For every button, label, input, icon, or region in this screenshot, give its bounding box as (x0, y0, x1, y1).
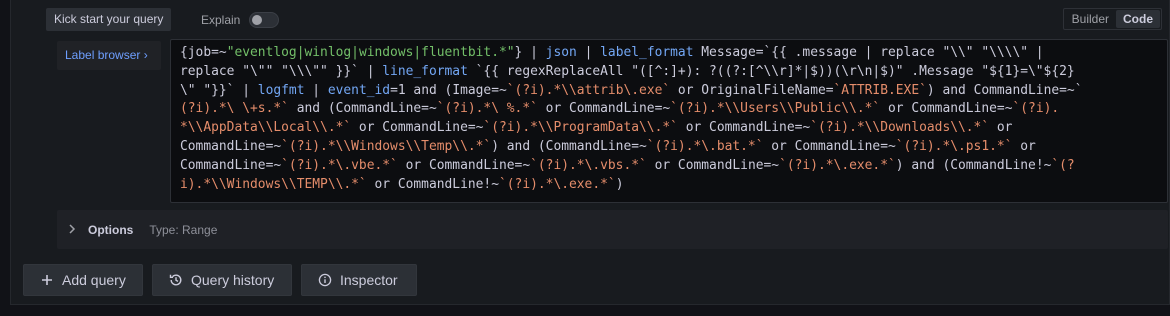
code-token: CommandLine=~ (180, 138, 282, 154)
mode-builder-button[interactable]: Builder (1065, 10, 1116, 28)
code-token: `(?i).*\.bat.*` (646, 138, 764, 154)
code-token: `(?i).*\\Windows\\Temp\\.*` (281, 138, 492, 154)
code-token: {job=~ (180, 45, 227, 60)
code-token: `(?i).*\ %.*` (436, 101, 538, 117)
code-token: | (304, 82, 328, 98)
code-token: `ATTRIB.EXE` (833, 82, 927, 98)
code-token: `(? (1051, 157, 1075, 173)
code-token: and (CommandLine=~ (288, 101, 437, 117)
kick-start-query-button[interactable]: Kick start your query (46, 8, 172, 31)
add-query-label: Add query (62, 272, 126, 288)
history-icon (169, 273, 183, 287)
code-token: or CommandLine!~ (366, 176, 499, 192)
code-token: i).*\\Windows\\TEMP\\.*` (180, 176, 367, 192)
code-token: ) and (CommandLine=~ (491, 138, 647, 154)
code-token: logfmt (257, 82, 305, 98)
code-token: CommandLine=~ (180, 157, 282, 173)
code-token: `(?i).*\.exe.*` (498, 176, 616, 192)
code-token: "eventlog|winlog|windows|fluentbit.*" (226, 45, 515, 60)
code-token: *\\AppData\\Local\\.*` (180, 120, 352, 136)
code-token: `(?i). (1012, 101, 1060, 117)
editor-mode-switch: Builder Code (1062, 8, 1162, 30)
label-browser-button[interactable]: Label browser › (57, 41, 161, 70)
code-token: `(?i).*\\attrib\.exe` (506, 82, 671, 98)
mode-code-button[interactable]: Code (1116, 10, 1160, 28)
code-token: `(?i).*\.ps1.*` (895, 138, 1013, 154)
code-token: `(?i).*\\Users\\Public\\.*` (670, 101, 881, 117)
add-query-button[interactable]: Add query (23, 264, 143, 296)
code-token: =1 and (Image=~ (390, 82, 507, 98)
code-token: (?i).*\ \+s.*` (180, 101, 289, 117)
code-token: `(?i).*\\Downloads\\.*` (810, 120, 990, 136)
code-line: \" "}}` | logfmt | event_id=1 and (Image… (180, 82, 1167, 101)
code-token: or CommandLine=~ (677, 120, 811, 136)
code-line: i).*\\Windows\\TEMP\\.*` or CommandLine!… (180, 176, 1167, 195)
code-token: json (545, 45, 577, 60)
code-token: or CommandLine=~ (880, 101, 1013, 117)
code-token: `{{ regexReplaceAll "([^:]+): ?((?:[^\\r… (467, 63, 1075, 79)
code-token: replace "\"" "\\\"" }}` | (180, 63, 383, 79)
code-token: event_id (327, 82, 391, 98)
code-line: (?i).*\ \+s.*` and (CommandLine=~`(?i).*… (180, 100, 1167, 119)
logql-code-editor[interactable]: {job=~"eventlog|winlog|windows|fluentbit… (170, 39, 1168, 203)
query-editor-panel: Kick start your query Explain Builder Co… (10, 0, 1170, 305)
code-token: or CommandLine=~ (763, 138, 896, 154)
code-token: `(?i).*\.vbs.*` (530, 157, 647, 173)
code-token: label_format (600, 45, 694, 60)
explain-toggle[interactable] (249, 11, 280, 28)
query-toolbar: Kick start your query Explain Builder Co… (46, 8, 1169, 31)
explain-toggle-group: Explain (201, 8, 280, 31)
inspector-label: Inspector (340, 272, 398, 288)
code-token: or (989, 120, 1013, 136)
code-token: | (576, 45, 601, 60)
code-token: `(?i).*\\ProgramData\\.*` (483, 120, 678, 136)
explain-label: Explain (201, 12, 241, 27)
code-token: or (1012, 138, 1036, 154)
code-token: ) and CommandLine=~` (926, 82, 1083, 98)
plus-icon (40, 273, 54, 287)
code-token: line_format (382, 63, 468, 79)
options-label: Options (88, 222, 134, 237)
code-token: ) and (CommandLine!~ (895, 157, 1052, 173)
query-history-button[interactable]: Query history (152, 264, 292, 296)
code-token: or CommandLine=~ (351, 120, 484, 136)
code-line: *\\AppData\\Local\\.*` or CommandLine=~`… (180, 119, 1167, 138)
code-token: Message=`{{ .message | replace "\\" "\\\… (693, 45, 1044, 60)
toggle-knob (252, 14, 263, 25)
chevron-right-icon (68, 223, 88, 237)
code-line: CommandLine=~`(?i).*\\Windows\\Temp\\.*`… (180, 138, 1167, 157)
options-collapse[interactable]: Options Type: Range (57, 210, 1168, 249)
code-line: CommandLine=~`(?i).*\.vbe.*` or CommandL… (180, 157, 1167, 176)
code-token: \" "}}` | (180, 82, 258, 98)
info-circle-icon (318, 273, 332, 287)
code-token: } | (514, 45, 546, 60)
code-token: or CommandLine=~ (397, 157, 531, 173)
code-token: or CommandLine=~ (646, 157, 780, 173)
query-history-label: Query history (191, 272, 275, 288)
inspector-button[interactable]: Inspector (301, 264, 417, 296)
code-token: ) (615, 176, 624, 192)
code-token: or CommandLine=~ (537, 101, 671, 117)
code-token: or OriginalFileName= (670, 82, 834, 98)
code-line: replace "\"" "\\\"" }}` | line_format `{… (180, 63, 1167, 82)
code-token: `(?i).*\.exe.*` (779, 157, 896, 173)
options-type-text: Type: Range (149, 222, 218, 237)
code-token: `(?i).*\.vbe.*` (281, 157, 398, 173)
code-line: {job=~"eventlog|winlog|windows|fluentbit… (180, 44, 1167, 63)
